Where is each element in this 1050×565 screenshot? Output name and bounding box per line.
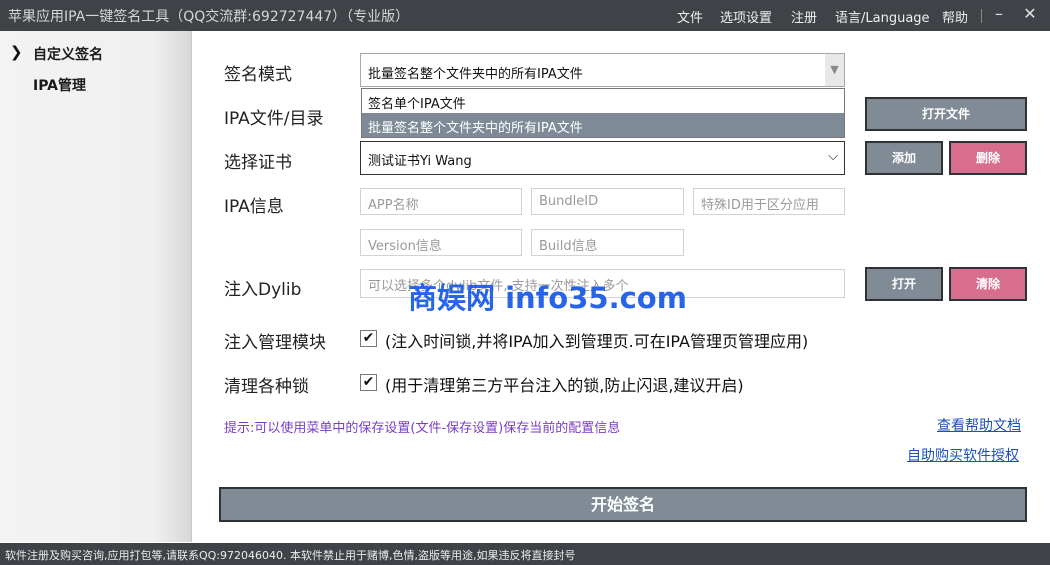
add-certificate-button[interactable]: 添加 xyxy=(865,141,943,175)
clean-locks-label: 清理各种锁 xyxy=(224,377,309,397)
manage-module-checkbox[interactable]: ✔ xyxy=(360,330,377,347)
menu-options[interactable]: 选项设置 xyxy=(720,7,772,26)
sidebar-item-custom-sign[interactable]: 自定义签名 xyxy=(33,44,103,64)
buy-license-link[interactable]: 自助购买软件授权 xyxy=(907,445,1019,465)
delete-certificate-button[interactable]: 删除 xyxy=(949,141,1027,175)
close-button[interactable]: ✕ xyxy=(1020,4,1040,23)
menu-separator xyxy=(981,9,982,23)
clean-locks-checkbox[interactable]: ✔ xyxy=(360,374,377,391)
help-docs-link[interactable]: 查看帮助文档 xyxy=(937,415,1021,435)
certificate-label: 选择证书 xyxy=(224,153,292,173)
status-bar: 软件注册及购买咨询,应用打包等,请联系QQ:972046040. 本软件禁止用于… xyxy=(0,543,1050,565)
menu-language[interactable]: 语言/Language xyxy=(835,7,930,26)
ipa-info-label: IPA信息 xyxy=(224,197,284,217)
open-file-button[interactable]: 打开文件 xyxy=(865,97,1027,131)
manage-module-label: 注入管理模块 xyxy=(224,333,326,353)
certificate-select[interactable]: 测试证书Yi Wang ⌵ xyxy=(360,141,845,175)
build-input[interactable]: Build信息 xyxy=(531,229,684,256)
menu-register[interactable]: 注册 xyxy=(791,7,817,26)
certificate-value: 测试证书Yi Wang xyxy=(368,154,472,169)
sign-mode-value: 批量签名整个文件夹中的所有IPA文件 xyxy=(368,67,583,82)
open-dylib-button[interactable]: 打开 xyxy=(865,267,943,301)
sidebar-item-ipa-manage[interactable]: IPA管理 xyxy=(33,75,86,95)
sign-mode-label: 签名模式 xyxy=(224,65,292,85)
manage-module-description: (注入时间锁,并将IPA加入到管理页.可在IPA管理页管理应用) xyxy=(385,332,809,351)
sidebar: ❯ 自定义签名 IPA管理 xyxy=(0,31,192,542)
chevron-down-icon[interactable]: ⌵ xyxy=(828,149,838,164)
sign-mode-dropdown: 签名单个IPA文件 批量签名整个文件夹中的所有IPA文件 xyxy=(361,88,845,138)
chevron-right-icon: ❯ xyxy=(10,43,23,61)
app-name-input[interactable]: APP名称 xyxy=(360,188,522,215)
special-id-input[interactable]: 特殊ID用于区分应用 xyxy=(693,188,845,215)
dylib-label: 注入Dylib xyxy=(224,280,302,300)
title-bar: 苹果应用IPA一键签名工具（QQ交流群:692727447）（专业版） 文件 选… xyxy=(0,0,1050,31)
clean-locks-description: (用于清理第三方平台注入的锁,防止闪退,建议开启) xyxy=(385,376,744,395)
window-title: 苹果应用IPA一键签名工具（QQ交流群:692727447）（专业版） xyxy=(8,9,410,25)
menu-file[interactable]: 文件 xyxy=(677,7,703,26)
chevron-down-icon[interactable]: ▼ xyxy=(825,54,844,86)
sign-mode-select[interactable]: 批量签名整个文件夹中的所有IPA文件 ▼ xyxy=(360,53,845,87)
sign-mode-option-single[interactable]: 签名单个IPA文件 xyxy=(362,89,844,113)
watermark-text: 商娱网 info35.com xyxy=(408,281,687,315)
sign-mode-option-batch[interactable]: 批量签名整个文件夹中的所有IPA文件 xyxy=(362,113,844,137)
clear-dylib-button[interactable]: 清除 xyxy=(949,267,1027,301)
save-settings-tip: 提示:可以使用菜单中的保存设置(文件-保存设置)保存当前的配置信息 xyxy=(224,421,621,436)
version-input[interactable]: Version信息 xyxy=(360,229,522,256)
menu-help[interactable]: 帮助 xyxy=(942,7,968,26)
start-sign-button[interactable]: 开始签名 xyxy=(219,487,1027,522)
ipa-path-label: IPA文件/目录 xyxy=(224,109,324,129)
minimize-button[interactable]: – xyxy=(989,4,1009,23)
bundle-id-input[interactable]: BundleID xyxy=(531,188,684,215)
